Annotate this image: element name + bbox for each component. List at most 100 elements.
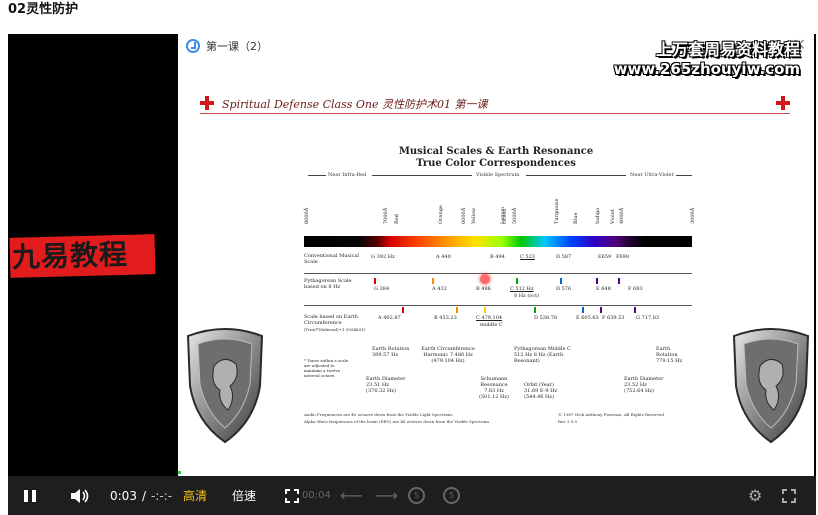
forward-icon: 5 [443,487,460,504]
annotation: Schumann Resonance 7.83 Hz (501.12 Hz) [479,376,509,400]
note-label: E 648 [596,286,611,292]
note-marker [560,278,562,284]
annotation: Orbit (Year) 31.69 E-9 Hz (544.46 Hz) [524,382,558,400]
current-time: 0:03 [110,488,137,503]
forward-5-button[interactable]: 5 [443,476,460,515]
note-marker [534,307,536,313]
annotation: Earth Rotation 389.57 Hz [372,346,410,358]
slide-window: 第一课（2） ✕ 上万套周易资料教程 www.265zhouyiw.com Sp… [178,34,814,476]
footnote: Audio Frequencies are 40 octaves down fr… [304,412,454,417]
seek-time-hint: 00:04 [302,490,331,501]
note-marker [402,307,404,313]
annotation: Earth Rotation 779.15 Hz [656,346,683,364]
row-divider [304,273,692,274]
note-marker [600,307,602,313]
footnote: Rev 1.0.0 [558,419,578,424]
note-marker [618,278,620,284]
annotation: * Tones within a scale are adjusted to m… [304,358,349,378]
note-label: 8 Hz (oct) [514,293,540,299]
section-label: Near Ultra-Violet [630,172,674,178]
wavelength-label: 7000Å [383,207,389,224]
wavelength-label: Yellow [471,207,477,224]
note-label: D 587 [556,254,572,260]
pause-icon [32,489,36,502]
wavelength-label: Blue [573,212,579,224]
fullscreen-icon [285,488,299,503]
row-label: Scale based on Earth Circumference [304,314,358,326]
note-label: C 523 [520,254,535,260]
shield-icon [186,328,264,444]
note-marker [432,278,434,284]
fullscreen-mini-button[interactable] [285,476,299,515]
footnote: © 1987 Nick Anthony Fiorenza, All Rights… [558,412,664,417]
note-label: B 494 [490,254,505,260]
red-cross-icon [200,96,214,110]
video-player[interactable]: 九易教程 第一课（2） ✕ 上万套周易资料教程 www.265zhouyiw.c… [8,34,816,515]
note-label: G 384 [374,286,390,292]
note-marker [596,278,598,284]
wavelength-label: Indigo [595,207,601,224]
wavelength-label: 6000Å [461,207,467,224]
slide-header-text: Spiritual Defense Class One 灵性防护术01 第一课 [222,98,488,111]
row-sublabel: (True)*(Sidereal)+1.5594831) [304,327,366,332]
previous-button[interactable]: ⟵ [340,476,363,515]
note-marker [484,307,486,313]
note-label: F 683 [628,286,643,292]
volume-button[interactable] [70,476,90,515]
wavelength-label: 5000Å [512,207,518,224]
row-label: Pythagorean Scale based on 8 Hz [304,278,352,290]
volume-icon [71,488,89,503]
next-button[interactable]: ⟶ [375,476,398,515]
wavelength-label: Red [394,214,400,224]
check-circle-icon [186,39,200,53]
section-rule [676,175,692,176]
annotation: Pythagorean Middle C 512 Hz 8 Hz (Earth … [514,346,571,364]
section-rule [372,175,472,176]
shield-icon [732,328,810,444]
settings-button[interactable]: ⚙ [748,476,762,515]
arrow-left-icon: ⟵ [340,486,363,505]
slide-header: Spiritual Defense Class One 灵性防护术01 第一课 [200,96,790,114]
total-time: -:-:- [151,488,173,503]
note-label: middle C [480,322,503,328]
note-marker [582,307,584,313]
wavelength-label: Orange [438,205,444,224]
rewind-5-button[interactable]: 5 [408,476,425,515]
row-label: Conventional Musical Scale [304,253,359,265]
footnote: Alpha Wave frequencies of the brain (EEG… [304,419,491,424]
cursor-highlight-dot [480,274,490,284]
note-label: E 605.63 [576,315,599,321]
watermark-line2: www.265zhouyiw.com [613,60,800,78]
speed-button[interactable]: 倍速 [232,476,256,515]
note-label: G 717.83 [636,315,660,321]
note-label: C 479.104 [476,315,503,321]
section-rule [308,175,326,176]
note-label: D 538.78 [534,315,558,321]
note-marker [516,278,518,284]
time-separator: / [141,488,146,503]
wavelength-label: Turquoise [554,198,560,224]
red-cross-icon [776,96,790,110]
rewind-icon: 5 [408,487,425,504]
pause-button[interactable] [24,476,40,515]
color-spectrum-bar [304,236,692,247]
wavelength-label: Violet [610,209,616,224]
chart-title: Musical Scales & Earth Resonance [398,146,594,157]
time-display: 0:03 / -:-:- [110,476,172,515]
header-divider [200,113,790,114]
row-divider [304,305,692,306]
progress-played[interactable] [178,471,181,474]
note-label: B 453.23 [434,315,457,321]
note-label: B 486 [476,286,491,292]
note-label: D 576 [556,286,572,292]
quality-button[interactable]: 高清 [183,476,207,515]
note-label: G 392 Hz [371,254,395,260]
note-label: F 639.53 [602,315,625,321]
settings-icon: ⚙ [748,486,763,505]
fullscreen-button[interactable] [782,476,796,515]
fullscreen-icon [782,488,796,503]
wavelength-label: 3000Å [690,207,696,224]
page: 02灵性防护 九易教程 第一课（2） ✕ 上万套周易资料教程 www.265zh… [0,0,818,515]
annotation: Earth Circumference Harmonic 7.486 Hz (4… [421,346,475,364]
wavelength-label: 8000Å [304,207,310,224]
